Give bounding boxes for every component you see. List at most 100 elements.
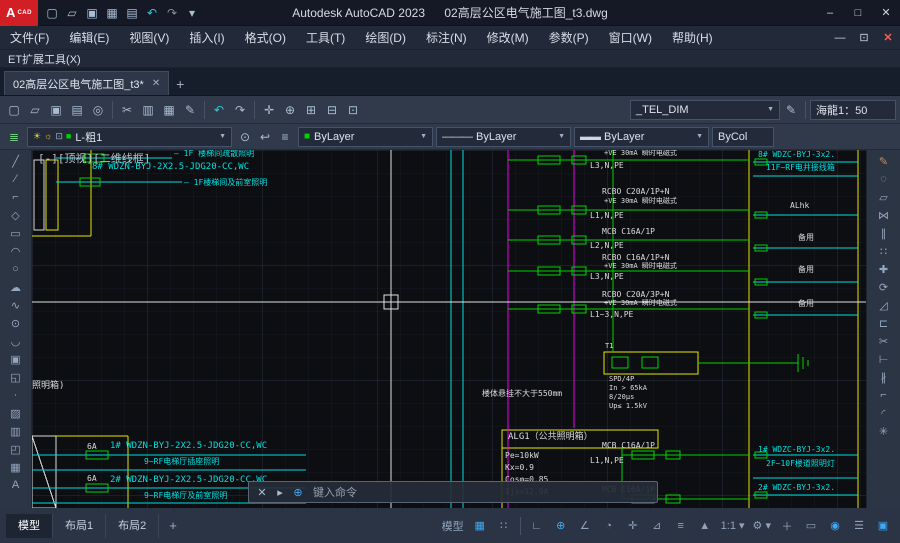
chamfer-icon[interactable]: ⌐ bbox=[872, 386, 896, 404]
recent-commands-icon[interactable]: ▸ bbox=[273, 484, 287, 500]
named-views-icon[interactable]: ⊡ bbox=[343, 100, 363, 120]
menu-item-7[interactable]: 绘图(D) bbox=[355, 26, 416, 50]
dynamic-input-icon[interactable]: ⊕ bbox=[550, 515, 572, 537]
rotate-icon[interactable]: ⟳ bbox=[872, 278, 896, 296]
command-input[interactable]: 键入命令 bbox=[313, 484, 357, 500]
revision-cloud-icon[interactable]: ☁ bbox=[4, 278, 28, 296]
customize-status-icon[interactable]: ☰ bbox=[848, 515, 870, 537]
make-block-icon[interactable]: ◱ bbox=[4, 368, 28, 386]
scale-icon[interactable]: ◿ bbox=[872, 296, 896, 314]
new-layout-button[interactable]: + bbox=[159, 518, 187, 533]
break-icon[interactable]: ∦ bbox=[872, 368, 896, 386]
construction-line-icon[interactable]: ∕ bbox=[4, 170, 28, 188]
array-icon[interactable]: ∷ bbox=[872, 242, 896, 260]
autocad-logo[interactable]: A CAD bbox=[0, 0, 38, 26]
isolate-objects-icon[interactable]: ▣ bbox=[872, 515, 894, 537]
rectangle-icon[interactable]: ▭ bbox=[4, 224, 28, 242]
file-tab-active[interactable]: 02高层公区电气施工图_t3* ✕ bbox=[4, 71, 169, 95]
plot-icon[interactable]: ▤ bbox=[122, 3, 142, 23]
table-icon[interactable]: ▦ bbox=[4, 458, 28, 476]
offset-icon[interactable]: ∥ bbox=[872, 224, 896, 242]
menu-item-4[interactable]: 插入(I) bbox=[179, 26, 234, 50]
linetype-combo[interactable]: ——— ByLayer ▼ bbox=[436, 127, 571, 147]
layer-combo[interactable]: ☀☼⊡■ L-粗1 ▼ bbox=[27, 127, 232, 147]
save-icon[interactable]: ▣ bbox=[46, 100, 66, 120]
move-icon[interactable]: ✚ bbox=[872, 260, 896, 278]
circle-icon[interactable]: ○ bbox=[4, 260, 28, 278]
dim-style-combo[interactable]: _TEL_DIM ▼ bbox=[630, 100, 780, 120]
minimize-button[interactable]: – bbox=[816, 1, 844, 25]
layer-properties-icon[interactable]: ≣ bbox=[4, 127, 24, 147]
infer-constraints-icon[interactable]: ∟ bbox=[526, 515, 548, 537]
zoom-previous-icon[interactable]: ⊟ bbox=[322, 100, 342, 120]
paste-icon[interactable]: ▦ bbox=[159, 100, 179, 120]
layer-states-icon[interactable]: ≡ bbox=[275, 127, 295, 147]
mtext-icon[interactable]: A bbox=[4, 476, 28, 494]
undo-icon[interactable]: ↶ bbox=[209, 100, 229, 120]
insert-block-icon[interactable]: ▣ bbox=[4, 350, 28, 368]
scale-combo[interactable]: 1:1 ▾ bbox=[718, 515, 748, 537]
plot-preview-icon[interactable]: ◎ bbox=[88, 100, 108, 120]
tab-close-icon[interactable]: ✕ bbox=[152, 78, 160, 89]
close-icon[interactable]: ✕ bbox=[255, 484, 269, 500]
erase-icon[interactable]: ◌ bbox=[872, 170, 896, 188]
point-icon[interactable]: ∙ bbox=[4, 386, 28, 404]
object-snap-tracking-icon[interactable]: ✛ bbox=[622, 515, 644, 537]
open-file-icon[interactable]: ▱ bbox=[62, 3, 82, 23]
undo-icon[interactable]: ↶ bbox=[142, 3, 162, 23]
zoom-window-icon[interactable]: ⊞ bbox=[301, 100, 321, 120]
layout-tab-3[interactable]: 布局2 bbox=[106, 514, 159, 538]
lineweight-display-icon[interactable]: ≡ bbox=[670, 515, 692, 537]
mirror-icon[interactable]: ⋈ bbox=[872, 206, 896, 224]
layout-tab-1[interactable]: 模型 bbox=[6, 514, 53, 538]
command-line[interactable]: ✕▸⊕ 键入命令 bbox=[248, 481, 658, 503]
menu-item-6[interactable]: 工具(T) bbox=[296, 26, 355, 50]
extend-icon[interactable]: ⊢ bbox=[872, 350, 896, 368]
plot-style-combo[interactable]: ByCol bbox=[712, 127, 774, 147]
layout-tab-2[interactable]: 布局1 bbox=[53, 514, 106, 538]
pan-icon[interactable]: ✛ bbox=[259, 100, 279, 120]
new-file-icon[interactable]: ▢ bbox=[42, 3, 62, 23]
customize-qat-icon[interactable]: ▾ bbox=[182, 3, 202, 23]
object-snap-icon[interactable]: ⊿ bbox=[646, 515, 668, 537]
layer-previous-icon[interactable]: ↩ bbox=[255, 127, 275, 147]
menu-item-9[interactable]: 修改(M) bbox=[477, 26, 539, 50]
grid-display-icon[interactable]: ▦ bbox=[469, 515, 491, 537]
new-tab-button[interactable]: + bbox=[169, 73, 191, 95]
save-icon[interactable]: ▣ bbox=[82, 3, 102, 23]
region-icon[interactable]: ◰ bbox=[4, 440, 28, 458]
redo-icon[interactable]: ↷ bbox=[230, 100, 250, 120]
workspace-switching-icon[interactable]: ＋ bbox=[776, 515, 798, 537]
lineweight-combo[interactable]: ▬▬ ByLayer ▼ bbox=[574, 127, 709, 147]
polyline-icon[interactable]: ⌐ bbox=[4, 188, 28, 206]
line-icon[interactable]: ╱ bbox=[4, 152, 28, 170]
menu-item-12[interactable]: 帮助(H) bbox=[662, 26, 723, 50]
menu-item-2[interactable]: 编辑(E) bbox=[59, 26, 119, 50]
doc-restore-button[interactable]: ⊡ bbox=[852, 28, 876, 48]
annotation-settings-icon[interactable]: ⚙ ▾ bbox=[750, 515, 774, 537]
drawing-canvas[interactable]: [-][顶视][二维线框]— 1F 楼梯间疏散照明8# WDZN-BYJ-2X2… bbox=[32, 150, 866, 508]
gradient-icon[interactable]: ▥ bbox=[4, 422, 28, 440]
doc-close-button[interactable]: ✕ bbox=[876, 28, 900, 48]
ellipse-arc-icon[interactable]: ◡ bbox=[4, 332, 28, 350]
menu-item-et-tools[interactable]: ET扩展工具(X) bbox=[0, 51, 89, 67]
close-button[interactable]: ✕ bbox=[872, 1, 900, 25]
copy-icon[interactable]: ▱ bbox=[872, 188, 896, 206]
menu-item-8[interactable]: 标注(N) bbox=[416, 26, 477, 50]
menu-item-5[interactable]: 格式(O) bbox=[235, 26, 296, 50]
menu-item-11[interactable]: 窗口(W) bbox=[599, 26, 662, 50]
menu-item-10[interactable]: 参数(P) bbox=[539, 26, 599, 50]
stretch-icon[interactable]: ⊏ bbox=[872, 314, 896, 332]
zoom-realtime-icon[interactable]: ⊕ bbox=[280, 100, 300, 120]
make-object-layer-current-icon[interactable]: ⊙ bbox=[235, 127, 255, 147]
ellipse-icon[interactable]: ⊙ bbox=[4, 314, 28, 332]
menu-item-3[interactable]: 视图(V) bbox=[119, 26, 179, 50]
copy-clip-icon[interactable]: ▥ bbox=[138, 100, 158, 120]
spline-icon[interactable]: ∿ bbox=[4, 296, 28, 314]
menu-item-1[interactable]: 文件(F) bbox=[0, 26, 59, 50]
open-file-icon[interactable]: ▱ bbox=[25, 100, 45, 120]
redo-icon[interactable]: ↷ bbox=[162, 3, 182, 23]
dim-update-icon[interactable]: ✎ bbox=[781, 100, 801, 120]
doc-minimize-button[interactable]: — bbox=[828, 28, 852, 48]
new-file-icon[interactable]: ▢ bbox=[4, 100, 24, 120]
